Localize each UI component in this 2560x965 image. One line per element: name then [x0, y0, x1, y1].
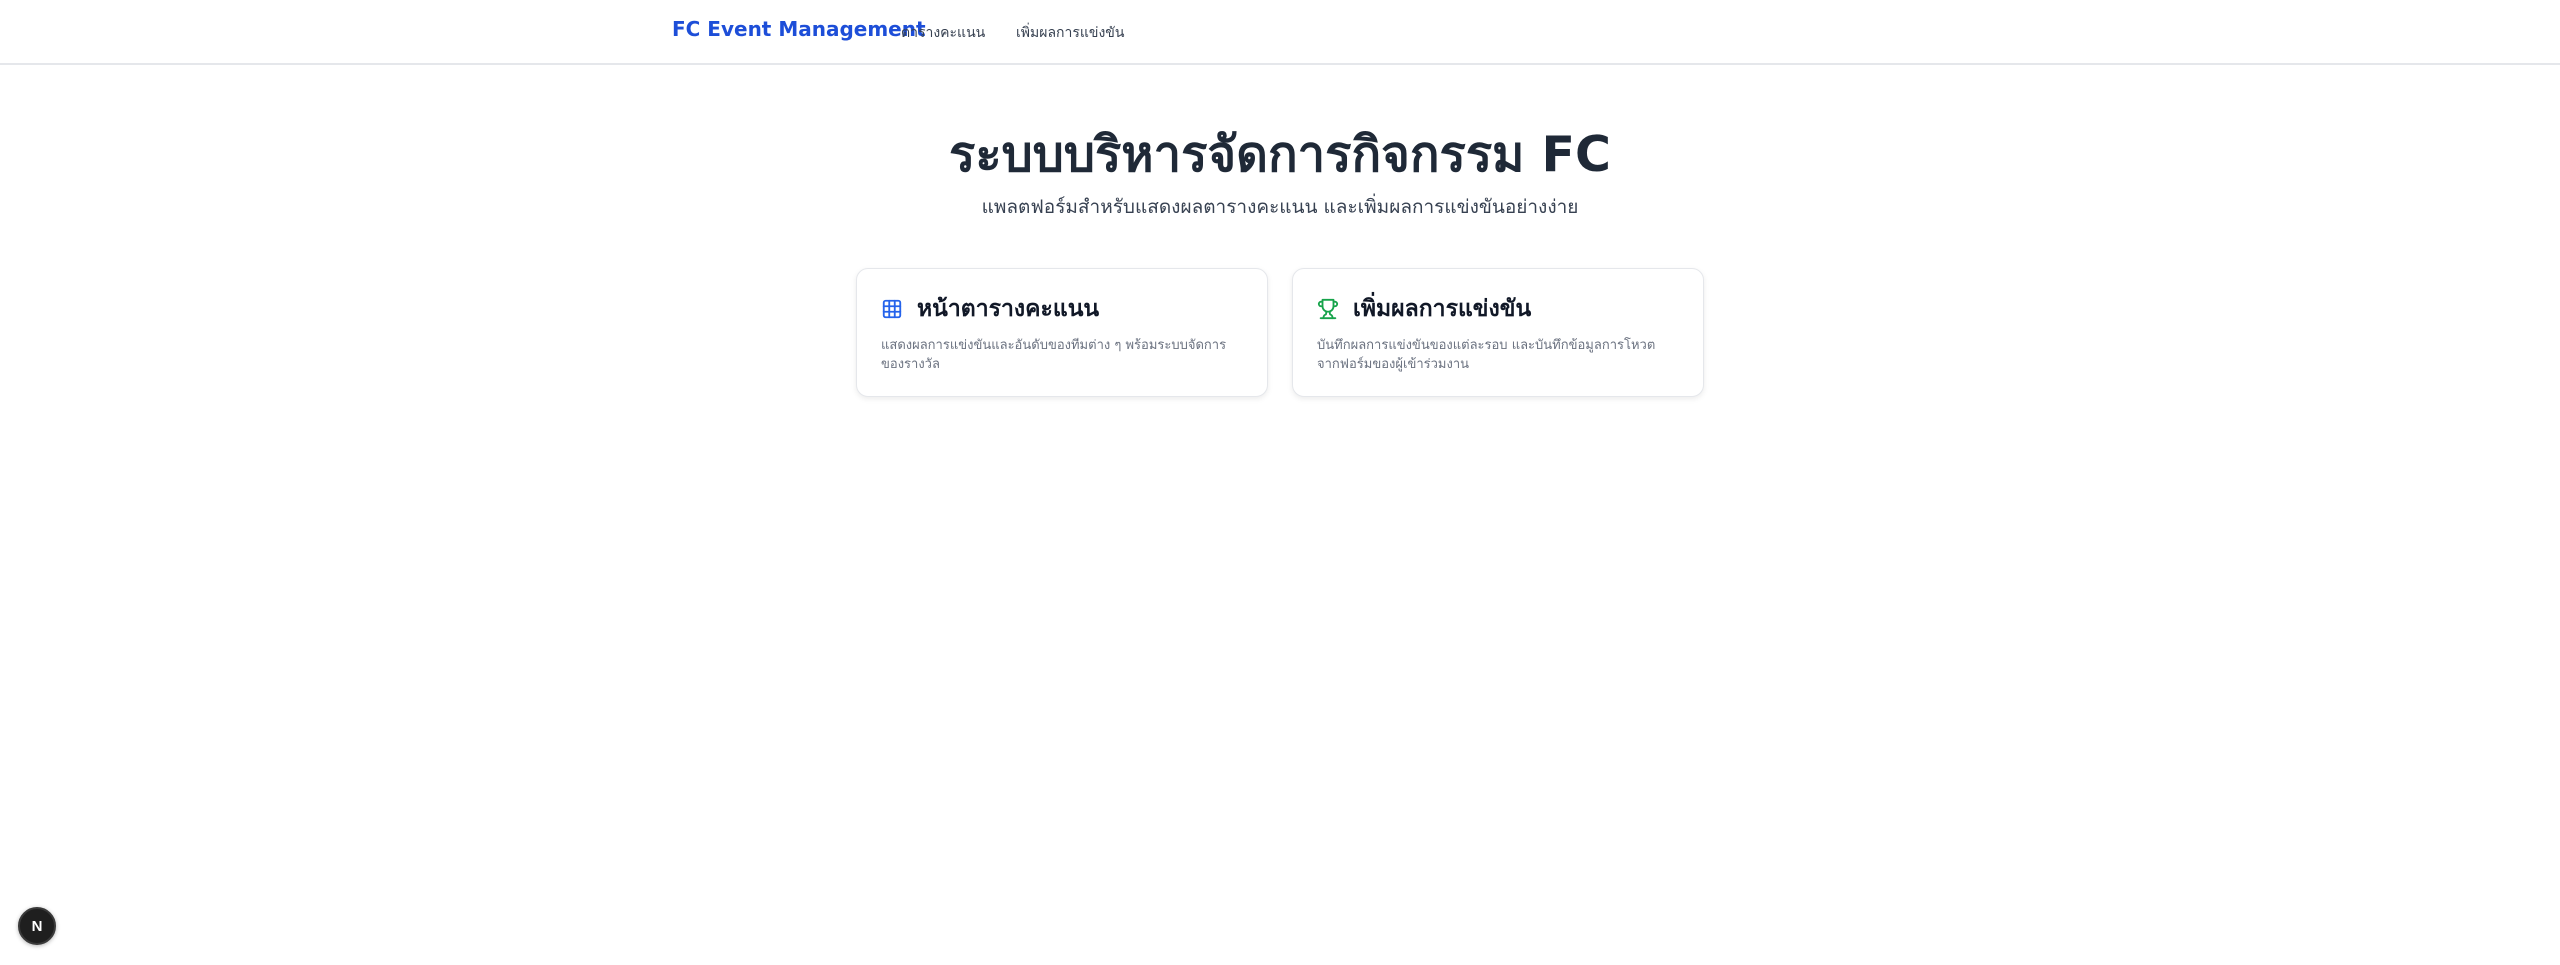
nextjs-logo-icon: N — [31, 917, 43, 935]
leaderboard-card-header: หน้าตารางคะแนน — [881, 294, 1243, 324]
trophy-icon — [1317, 298, 1339, 320]
nav-link-add-result[interactable]: เพิ่มผลการแข่งขัน — [1016, 22, 1124, 44]
add-result-card-description: บันทึกผลการแข่งขันของแต่ละรอบ และบันทึกข… — [1317, 338, 1656, 372]
nextjs-dev-badge[interactable]: N — [18, 907, 56, 945]
add-result-card-title: เพิ่มผลการแข่งขัน — [1353, 296, 1532, 322]
table-icon — [882, 299, 902, 319]
add-result-card[interactable]: เพิ่มผลการแข่งขัน บันทึกผลการแข่งขันของแ… — [1292, 268, 1704, 397]
nav-link-leaderboard[interactable]: ตารางคะแนน — [901, 22, 985, 44]
add-result-card-header: เพิ่มผลการแข่งขัน — [1317, 294, 1679, 324]
leaderboard-card[interactable]: หน้าตารางคะแนน แสดงผลการแข่งขันและอันดับ… — [856, 268, 1268, 397]
page-subtitle: แพลตฟอร์มสำหรับแสดงผลตารางคะแนน และเพิ่ม… — [981, 196, 1579, 218]
leaderboard-card-title: หน้าตารางคะแนน — [917, 296, 1100, 322]
leaderboard-card-description: แสดงผลการแข่งขันและอันดับของทีมต่าง ๆ พร… — [881, 338, 1227, 372]
brand-link[interactable]: FC Event Management — [672, 17, 926, 41]
top-navbar: FC Event Management ตารางคะแนน เพิ่มผลกา… — [0, 0, 2560, 65]
page-title: ระบบบริหารจัดการกิจกรรม FC — [949, 126, 1611, 183]
